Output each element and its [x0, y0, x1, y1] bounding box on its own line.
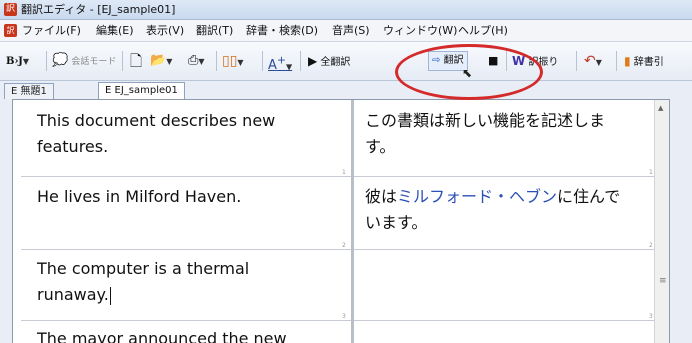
chevron-down-icon: ▼: [595, 58, 602, 67]
direction-mode-button[interactable]: B›J▼: [6, 51, 29, 71]
row-number: 2: [649, 242, 653, 249]
chevron-down-icon: ▼: [22, 56, 29, 66]
title-bar: 訳 翻訳エディタ - [EJ_sample01]: [0, 0, 692, 20]
menu-view[interactable]: 表示(V): [146, 23, 184, 38]
proper-noun-highlight: ミルフォード・ヘブン: [397, 187, 558, 206]
undo-icon: ↶: [584, 53, 596, 69]
play-icon: ▶: [308, 54, 318, 68]
scroll-up-icon[interactable]: ▲: [658, 104, 663, 112]
target-sentence[interactable]: 彼はミルフォード・ヘブンに住んで います。: [365, 184, 655, 236]
conversation-mode-label: 会話モード: [71, 57, 117, 67]
menu-voice[interactable]: 音声(S): [332, 23, 370, 38]
window-title: 翻訳エディタ - [EJ_sample01]: [21, 3, 176, 16]
toolbar-separator: [616, 51, 617, 71]
translation-editor[interactable]: ▲ ≡ This document describes new features…: [12, 99, 670, 343]
source-sentence[interactable]: This document describes new features.: [37, 108, 337, 160]
target-text: 彼は: [365, 187, 398, 206]
layout-button[interactable]: ▯▯▼: [222, 51, 244, 71]
toolbar-separator: [300, 51, 301, 71]
toolbar: B›J▼ 💭 会話モード 🗋 📂▼ ⎙▼ ▯▯▼ A+▼ ▶ 全翻訳 ⇨ 翻訳 …: [0, 42, 692, 81]
print-button[interactable]: ⎙▼: [188, 51, 205, 71]
source-text: runaway.: [37, 285, 109, 304]
speech-bubble-icon: 💭: [52, 53, 69, 68]
dictionary-icon: ▮: [624, 54, 631, 68]
row-separator: [354, 320, 654, 321]
toolbar-separator: [576, 51, 577, 71]
row-separator: [21, 176, 351, 177]
source-line: runaway.: [37, 282, 337, 308]
row-separator: [354, 176, 654, 177]
source-line: features.: [37, 137, 109, 156]
target-line: す。: [365, 137, 396, 156]
row-number: 2: [342, 242, 346, 249]
toolbar-separator: [46, 51, 47, 71]
target-text: に住んで: [557, 187, 621, 206]
app-icon: 訳: [4, 3, 17, 16]
dictionary-button[interactable]: ▮ 辞書引: [624, 51, 664, 71]
source-line: The computer is a thermal: [37, 259, 250, 278]
conversation-mode-button[interactable]: 💭 会話モード: [52, 51, 116, 71]
highlight-circle: [395, 44, 543, 100]
print-icon: ⎙: [188, 53, 199, 68]
menu-translate[interactable]: 翻訳(T): [196, 23, 233, 38]
source-line: The mayor announced the new: [37, 329, 287, 343]
chevron-down-icon: ▼: [198, 57, 205, 66]
source-sentence[interactable]: The mayor announced the new: [37, 326, 337, 343]
target-line: この書類は新しい機能を記述しま: [365, 111, 606, 130]
target-line: 彼はミルフォード・ヘブンに住んで: [365, 184, 655, 210]
translate-all-label: 全翻訳: [320, 57, 351, 68]
toolbar-separator: [122, 51, 123, 71]
direction-mode-label: B›J: [6, 56, 23, 67]
chevron-down-icon: ▼: [237, 58, 244, 67]
row-number: 3: [649, 313, 653, 320]
target-sentence[interactable]: この書類は新しい機能を記述しま す。: [365, 108, 655, 160]
tab-ej-sample01[interactable]: E EJ_sample01: [98, 82, 185, 99]
scroll-grip-icon[interactable]: ≡: [659, 276, 667, 286]
row-separator: [354, 249, 654, 250]
toolbar-separator: [262, 51, 263, 71]
split-columns-icon: ▯▯: [222, 53, 238, 69]
document-menu-icon[interactable]: 訳: [4, 24, 17, 37]
source-line: He lives in Milford Haven.: [37, 187, 242, 206]
target-line: います。: [365, 213, 428, 232]
column-divider[interactable]: [351, 100, 354, 343]
open-folder-button[interactable]: 📂▼: [150, 51, 172, 71]
toolbar-separator: [216, 51, 217, 71]
vertical-scrollbar[interactable]: ▲ ≡: [654, 100, 669, 343]
chevron-down-icon: ▼: [285, 62, 293, 72]
row-separator: [21, 320, 351, 321]
row-number: 3: [342, 313, 346, 320]
new-document-icon[interactable]: 🗋: [130, 51, 142, 71]
menu-edit[interactable]: 編集(E): [96, 23, 134, 38]
undo-button[interactable]: ↶▼: [584, 51, 602, 71]
menu-help[interactable]: ヘルプ(H): [458, 23, 508, 38]
row-number: 1: [649, 169, 653, 176]
menu-bar: 訳 ファイル(F) 編集(E) 表示(V) 翻訳(T) 辞書・検索(D) 音声(…: [0, 20, 692, 42]
text-cursor: [109, 286, 111, 305]
font-size-button[interactable]: A+▼: [268, 51, 293, 74]
row-number: 1: [342, 169, 346, 176]
menu-dictionary-search[interactable]: 辞書・検索(D): [246, 23, 318, 38]
row-separator: [21, 249, 351, 250]
source-sentence[interactable]: He lives in Milford Haven.: [37, 184, 337, 210]
tab-untitled1[interactable]: E 無題1: [4, 83, 54, 99]
chevron-down-icon: ▼: [166, 57, 173, 66]
menu-file[interactable]: ファイル(F): [22, 23, 81, 38]
font-size-icon: A+: [268, 54, 286, 74]
translate-all-button[interactable]: ▶ 全翻訳: [308, 51, 350, 71]
menu-window[interactable]: ウィンドウ(W): [383, 23, 457, 38]
source-sentence[interactable]: The computer is a thermal runaway.: [37, 256, 337, 308]
document-tabs: E 無題1 E EJ_sample01: [0, 81, 692, 99]
open-folder-icon: 📂: [150, 53, 167, 68]
dictionary-label: 辞書引: [633, 57, 664, 68]
source-line: This document describes new: [37, 111, 276, 130]
